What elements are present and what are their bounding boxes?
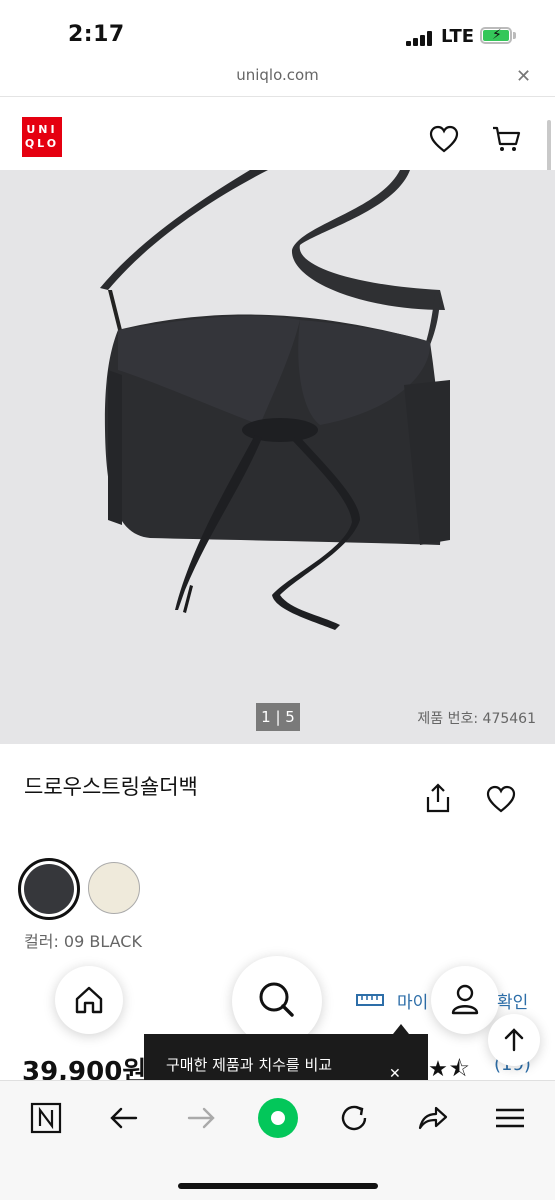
my-size-link[interactable]: 마이 xyxy=(397,988,428,1013)
confirm-link[interactable]: 확인 xyxy=(497,988,528,1013)
ruler-icon[interactable] xyxy=(355,990,385,1010)
image-pager[interactable]: 1 | 5 xyxy=(256,703,300,731)
signal-icon xyxy=(406,30,436,46)
naver-n-icon[interactable] xyxy=(26,1098,66,1138)
home-icon xyxy=(75,986,103,1014)
color-swatch-black[interactable] xyxy=(24,864,74,914)
close-icon[interactable]: ✕ xyxy=(516,66,531,87)
color-label: 컬러: 09 BLACK xyxy=(24,932,142,951)
network-label: LTE xyxy=(441,26,475,47)
battery-cap xyxy=(513,32,516,39)
share-arrow-icon[interactable] xyxy=(412,1098,452,1138)
url-text[interactable]: uniqlo.com xyxy=(0,66,555,84)
color-swatch-cream[interactable] xyxy=(88,862,140,914)
product-image[interactable]: 1 | 5 제품 번호: 475461 xyxy=(0,170,555,744)
share-icon[interactable] xyxy=(424,782,452,814)
scroll-top-button[interactable] xyxy=(488,1014,540,1066)
logo-line-1: UNI xyxy=(26,123,58,136)
back-arrow-icon[interactable] xyxy=(104,1098,144,1138)
logo-line-2: QLO xyxy=(24,137,60,150)
refresh-icon[interactable] xyxy=(334,1098,374,1138)
search-icon xyxy=(259,982,294,1017)
heart-icon[interactable] xyxy=(429,125,459,153)
status-time: 2:17 xyxy=(68,22,125,47)
uniqlo-logo[interactable]: UNI QLO xyxy=(22,117,62,157)
forward-arrow-icon[interactable] xyxy=(181,1098,221,1138)
menu-icon[interactable] xyxy=(490,1098,530,1138)
home-button[interactable] xyxy=(55,966,123,1034)
battery-icon: ⚡ xyxy=(480,27,512,44)
cart-icon[interactable] xyxy=(491,124,521,154)
product-number: 제품 번호: 475461 xyxy=(417,711,536,727)
home-indicator xyxy=(178,1183,378,1189)
tooltip-arrow xyxy=(393,1024,409,1034)
divider xyxy=(0,96,555,97)
search-button[interactable] xyxy=(232,956,322,1046)
product-title: 드로우스트링숄더백 xyxy=(24,775,198,799)
green-dot-icon[interactable] xyxy=(256,1096,300,1140)
wishlist-heart-icon[interactable] xyxy=(486,785,516,813)
size-compare-tooltip[interactable]: 구매한 제품과 치수를 비교 xyxy=(144,1034,428,1080)
bag-illustration xyxy=(100,170,450,630)
arrow-up-icon xyxy=(504,1028,524,1052)
tooltip-text: 구매한 제품과 치수를 비교 xyxy=(166,1056,333,1074)
